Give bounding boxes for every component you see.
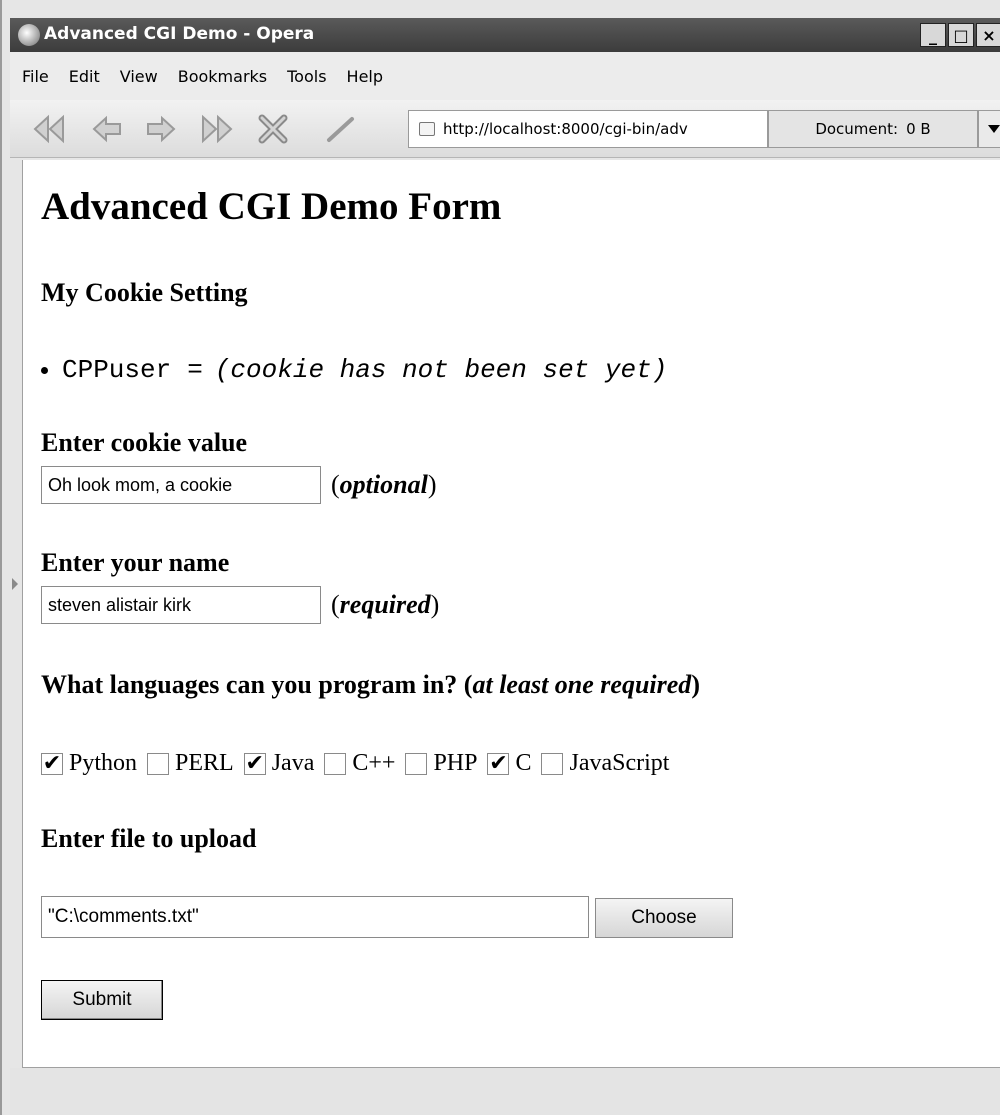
checkbox-cplusplus[interactable] bbox=[324, 752, 347, 775]
checkbox-java[interactable]: ✔ bbox=[243, 750, 266, 776]
checkbox-label: C++ bbox=[352, 750, 396, 776]
cookie-value-input[interactable]: Oh look mom, a cookie bbox=[41, 466, 321, 504]
minimize-button[interactable]: _ bbox=[920, 23, 946, 47]
page-content: Advanced CGI Demo Form My Cookie Setting… bbox=[22, 160, 1000, 1068]
window-title: Advanced CGI Demo - Opera bbox=[44, 24, 315, 44]
stop-icon[interactable] bbox=[254, 112, 292, 146]
menu-edit[interactable]: Edit bbox=[69, 67, 100, 86]
checkbox-php[interactable] bbox=[405, 752, 428, 775]
menu-bar: File Edit View Bookmarks Tools Help bbox=[10, 52, 1000, 100]
rewind-icon[interactable] bbox=[30, 112, 68, 146]
cookie-value-label: Enter cookie value bbox=[41, 428, 248, 457]
menu-tools[interactable]: Tools bbox=[287, 67, 326, 86]
cookie-key: CPPuser bbox=[62, 355, 172, 385]
window-controls: _ □ × bbox=[920, 23, 1000, 47]
name-input[interactable]: steven alistair kirk bbox=[41, 586, 321, 624]
cookie-optional-hint: (optional) bbox=[331, 470, 437, 499]
file-path-input[interactable]: "C:\comments.txt" bbox=[41, 896, 589, 938]
back-icon[interactable] bbox=[88, 112, 126, 146]
page-title: Advanced CGI Demo Form bbox=[41, 185, 502, 228]
sidebar-toggle-icon[interactable] bbox=[12, 578, 18, 590]
checkbox-label: Python bbox=[69, 750, 138, 776]
languages-question: What languages can you program in? (at l… bbox=[41, 670, 700, 699]
forward-icon[interactable] bbox=[142, 112, 180, 146]
checkmark-icon: ✔ bbox=[489, 750, 508, 776]
fast-forward-icon[interactable] bbox=[198, 112, 236, 146]
status-bar bbox=[10, 1068, 1000, 1115]
checkbox-label: Java bbox=[271, 750, 315, 776]
name-label: Enter your name bbox=[41, 548, 230, 577]
checkbox-python[interactable]: ✔ bbox=[41, 750, 63, 776]
cookie-equals: = bbox=[187, 355, 203, 385]
browser-window: Advanced CGI Demo - Opera _ □ × File Edi… bbox=[0, 0, 1000, 1115]
checkbox-perl[interactable] bbox=[147, 752, 170, 775]
checkbox-javascript[interactable] bbox=[541, 752, 564, 775]
submit-button[interactable]: Submit bbox=[41, 980, 163, 1020]
opera-logo-icon bbox=[18, 24, 40, 46]
cookie-list-item: CPPuser = (cookie has not been set yet) bbox=[41, 355, 667, 385]
title-bar: Advanced CGI Demo - Opera _ □ × bbox=[10, 18, 1000, 52]
address-text: http://localhost:8000/cgi-bin/adv bbox=[443, 120, 688, 138]
choose-file-button[interactable]: Choose bbox=[595, 898, 733, 938]
address-bar[interactable]: http://localhost:8000/cgi-bin/adv bbox=[408, 110, 768, 148]
checkbox-c[interactable]: ✔ bbox=[487, 750, 510, 776]
page-icon bbox=[419, 122, 435, 136]
checkbox-label: C bbox=[515, 750, 532, 776]
checkbox-label: PERL bbox=[175, 750, 234, 776]
document-size: 0 B bbox=[906, 120, 931, 138]
name-required-hint: (required) bbox=[331, 590, 440, 619]
checkbox-label: PHP bbox=[433, 750, 478, 776]
upload-heading: Enter file to upload bbox=[41, 824, 257, 853]
checkmark-icon: ✔ bbox=[42, 750, 62, 776]
address-dropdown-button[interactable] bbox=[978, 110, 1000, 148]
checkbox-label: JavaScript bbox=[569, 750, 670, 776]
document-size-button[interactable]: Document: 0 B bbox=[768, 110, 978, 148]
menu-bookmarks[interactable]: Bookmarks bbox=[178, 67, 267, 86]
navigation-toolbar: http://localhost:8000/cgi-bin/adv Docume… bbox=[10, 100, 1000, 158]
edit-pencil-icon[interactable] bbox=[322, 112, 360, 146]
cookie-value: (cookie has not been set yet) bbox=[214, 355, 668, 385]
cookie-setting-heading: My Cookie Setting bbox=[41, 278, 248, 307]
maximize-button[interactable]: □ bbox=[948, 23, 974, 47]
menu-file[interactable]: File bbox=[22, 67, 49, 86]
menu-view[interactable]: View bbox=[120, 67, 158, 86]
document-label: Document: bbox=[815, 120, 899, 138]
close-button[interactable]: × bbox=[976, 23, 1000, 47]
chevron-down-icon bbox=[988, 125, 1000, 133]
languages-checkbox-group: ✔ Python PERL ✔ Java C++ PHP ✔ C JavaScript bbox=[41, 750, 679, 777]
bullet-icon bbox=[41, 366, 48, 374]
checkmark-icon: ✔ bbox=[245, 750, 264, 776]
menu-help[interactable]: Help bbox=[347, 67, 383, 86]
